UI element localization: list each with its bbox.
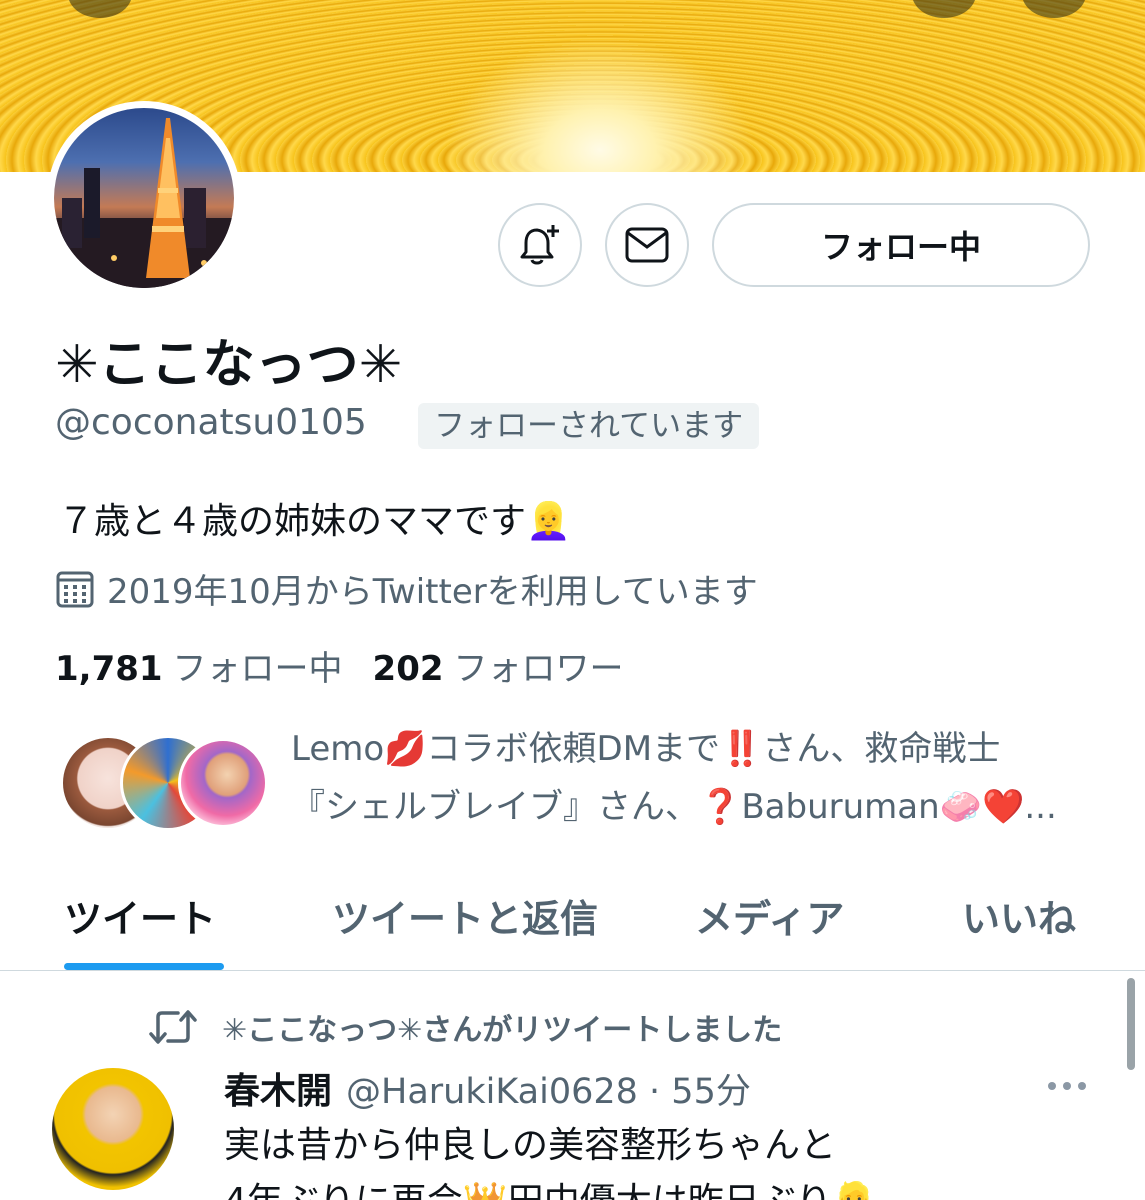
following-button[interactable]: フォロー中	[712, 203, 1090, 287]
tab-tweets-and-replies[interactable]: ツイートと返信	[332, 888, 598, 943]
retweet-icon	[149, 1010, 197, 1044]
mutuals-line-2: 『シェルブレイブ』さん、❓Baburuman🧼❤️...	[291, 787, 1057, 827]
bell-plus-icon	[520, 225, 559, 265]
tweet-text-line-1: 実は昔から仲良しの美容整形ちゃんと	[224, 1125, 837, 1166]
tab-likes[interactable]: いいね	[962, 888, 1076, 943]
calendar-icon	[56, 571, 94, 607]
tweet-header: 春木開 @HarukiKai0628 · 55分	[224, 1062, 751, 1114]
notify-button[interactable]	[498, 203, 582, 287]
profile-handle: @coconatsu0105	[55, 402, 367, 443]
message-button[interactable]	[605, 203, 689, 287]
mutual-avatar	[178, 738, 268, 828]
profile-bio: ７歳と４歳の姉妹のママです👱‍♀️	[58, 501, 571, 542]
back-button[interactable]	[68, 0, 132, 18]
retweet-context-text[interactable]: ✳ここなっつ✳さんがリツイートしました	[222, 1005, 782, 1049]
tab-media[interactable]: メディア	[695, 888, 844, 943]
tweet-author-meta[interactable]: @HarukiKai0628 · 55分	[346, 1063, 751, 1114]
scrollbar[interactable]	[1127, 978, 1135, 1070]
followers-count[interactable]: 202	[373, 649, 444, 689]
tweet-text-line-2: 4年ぶりに再会👑田中優太は昨日ぶり👱	[224, 1174, 1084, 1200]
follow-stats: 1,781 フォロー中 202 フォロワー	[55, 641, 654, 690]
search-button[interactable]	[912, 0, 976, 18]
profile-page: フォロー中 ✳ここなっつ✳ @coconatsu0105 フォローされています …	[0, 0, 1145, 1200]
mutual-followers-text[interactable]: Lemo💋コラボ依頼DMまで‼️さん、救命戦士 『シェルブレイブ』さん、❓Bab…	[291, 720, 1091, 836]
joined-text: 2019年10月からTwitterを利用しています	[107, 572, 758, 612]
tokyo-tower-image	[54, 118, 234, 288]
following-label[interactable]: フォロー中	[173, 641, 343, 690]
joined-date: 2019年10月からTwitterを利用しています	[55, 564, 758, 613]
active-tab-indicator	[64, 963, 224, 970]
mutual-followers-avatars[interactable]	[60, 735, 270, 831]
following-count[interactable]: 1,781	[55, 649, 163, 689]
tweet-author-avatar[interactable]	[52, 1068, 174, 1190]
mutuals-line-1: Lemo💋コラボ依頼DMまで‼️さん、救命戦士	[291, 729, 1001, 769]
profile-tabs: ツイート ツイートと返信 メディア いいね	[0, 880, 1145, 972]
divider	[0, 970, 1145, 971]
envelope-icon	[625, 227, 669, 263]
more-button[interactable]	[1022, 0, 1086, 18]
followers-label[interactable]: フォロワー	[454, 641, 624, 690]
profile-avatar[interactable]	[47, 101, 241, 295]
display-name: ✳ここなっつ✳	[55, 335, 403, 395]
tab-tweets[interactable]: ツイート	[64, 888, 216, 943]
tweet-text[interactable]: 実は昔から仲良しの美容整形ちゃんと 4年ぶりに再会👑田中優太は昨日ぶり👱	[224, 1118, 1084, 1200]
avatar-image	[54, 108, 234, 288]
tweet-author-name[interactable]: 春木開	[224, 1062, 332, 1114]
more-options-icon[interactable]	[1046, 1080, 1088, 1092]
retweet-context: ✳ここなっつ✳さんがリツイートしました	[148, 1005, 782, 1049]
follows-you-badge: フォローされています	[418, 403, 760, 449]
